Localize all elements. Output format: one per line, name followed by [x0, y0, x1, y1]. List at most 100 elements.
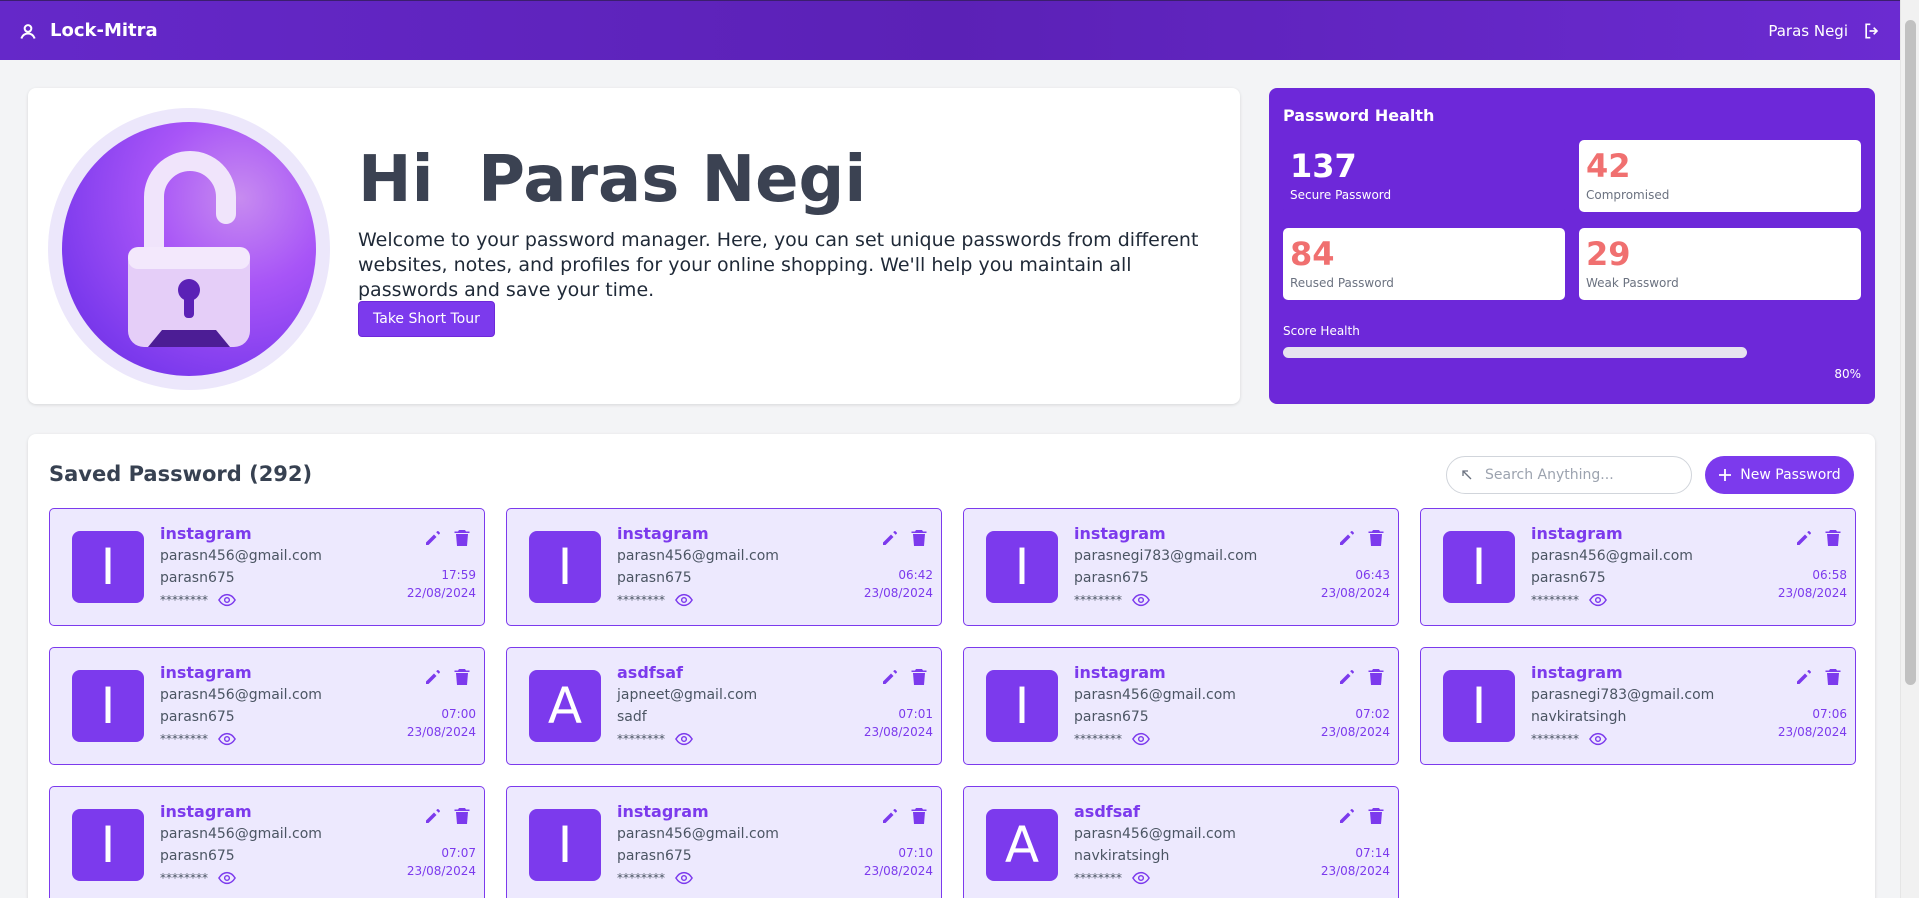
- saved-time: 07:00: [441, 707, 476, 721]
- masked-password: ********: [160, 593, 236, 607]
- edit-icon[interactable]: [1795, 529, 1813, 547]
- password-card[interactable]: Aasdfsaf japneet@gmail.com sadf ******** 07:…: [506, 647, 942, 765]
- password-card[interactable]: Iinstagram parasnegi783@gmail.com parasn67…: [963, 508, 1399, 626]
- site-name: instagram: [1531, 524, 1623, 543]
- password-card[interactable]: Iinstagram parasn456@gmail.com parasn675 **…: [506, 508, 942, 626]
- eye-icon[interactable]: [675, 871, 693, 885]
- masked-password-text: ********: [1531, 732, 1579, 746]
- delete-icon[interactable]: [454, 807, 470, 825]
- saved-date: 23/08/2024: [1777, 586, 1847, 600]
- password-card[interactable]: Iinstagram parasn456@gmail.com parasn675 **…: [49, 508, 485, 626]
- reused-password-stat: 84 Reused Password: [1283, 228, 1565, 300]
- take-tour-button[interactable]: Take Short Tour: [358, 301, 495, 337]
- masked-password: ********: [1531, 593, 1607, 607]
- site-name: instagram: [1074, 524, 1166, 543]
- masked-password-text: ********: [160, 732, 208, 746]
- eye-icon[interactable]: [218, 871, 236, 885]
- saved-date: 23/08/2024: [406, 725, 476, 739]
- eye-icon[interactable]: [218, 593, 236, 607]
- password-card[interactable]: Iinstagram parasn456@gmail.com parasn675 **…: [1420, 508, 1856, 626]
- arrow-up-left-icon: [1462, 470, 1472, 480]
- password-card[interactable]: Iinstagram parasnegi783@gmail.com navkirat…: [1420, 647, 1856, 765]
- password-card[interactable]: Iinstagram parasn456@gmail.com parasn675 **…: [49, 647, 485, 765]
- eye-icon[interactable]: [218, 732, 236, 746]
- site-avatar: A: [986, 809, 1058, 881]
- delete-icon[interactable]: [1368, 668, 1384, 686]
- masked-password-text: ********: [1074, 593, 1122, 607]
- search-box[interactable]: [1446, 456, 1692, 494]
- account-email: parasnegi783@gmail.com: [1074, 548, 1258, 564]
- saved-time: 17:59: [441, 568, 476, 582]
- masked-password-text: ********: [1074, 871, 1122, 885]
- secure-label: Secure Password: [1290, 188, 1392, 202]
- saved-date: 23/08/2024: [863, 586, 933, 600]
- site-avatar: A: [529, 670, 601, 742]
- eye-icon[interactable]: [675, 732, 693, 746]
- delete-icon[interactable]: [911, 529, 927, 547]
- password-card[interactable]: Iinstagram parasn456@gmail.com parasn675 **…: [506, 786, 942, 898]
- masked-password: ********: [1074, 593, 1150, 607]
- password-card[interactable]: Aasdfsaf parasn456@gmail.com navkiratsingh…: [963, 786, 1399, 898]
- account-username: parasn675: [1074, 570, 1149, 586]
- masked-password: ********: [160, 871, 236, 885]
- password-card[interactable]: Iinstagram parasn456@gmail.com parasn675 **…: [49, 786, 485, 898]
- saved-date: 23/08/2024: [1777, 725, 1847, 739]
- saved-passwords-title: Saved Password (292): [49, 462, 313, 486]
- delete-icon[interactable]: [1825, 529, 1841, 547]
- edit-icon[interactable]: [881, 668, 899, 686]
- welcome-card: Hi Paras Negi Welcome to your password m…: [28, 88, 1240, 404]
- edit-icon[interactable]: [424, 529, 442, 547]
- delete-icon[interactable]: [1368, 807, 1384, 825]
- plus-icon: [1719, 469, 1732, 481]
- edit-icon[interactable]: [424, 807, 442, 825]
- eye-icon[interactable]: [675, 593, 693, 607]
- edit-icon[interactable]: [1338, 529, 1356, 547]
- saved-passwords-section: Saved Password (292) New Password Iinsta…: [28, 434, 1875, 898]
- score-health-label: Score Health: [1283, 324, 1360, 338]
- account-email: japneet@gmail.com: [617, 687, 758, 703]
- user-name: Paras Negi: [1768, 21, 1848, 40]
- edit-icon[interactable]: [1795, 668, 1813, 686]
- brand[interactable]: Lock-Mitra: [18, 20, 158, 41]
- account-email: parasn456@gmail.com: [1074, 826, 1236, 842]
- eye-icon[interactable]: [1589, 732, 1607, 746]
- edit-icon[interactable]: [424, 668, 442, 686]
- delete-icon[interactable]: [454, 529, 470, 547]
- logout-icon[interactable]: [1862, 21, 1882, 41]
- masked-password: ********: [617, 593, 693, 607]
- search-input[interactable]: [1485, 467, 1675, 483]
- health-title: Password Health: [1283, 106, 1435, 125]
- delete-icon[interactable]: [454, 668, 470, 686]
- site-name: asdfsaf: [1074, 802, 1141, 821]
- password-health-card: Password Health 137 Secure Password 42 C…: [1269, 88, 1875, 404]
- unlocked-padlock-icon: [128, 151, 250, 347]
- masked-password-text: ********: [1531, 593, 1579, 607]
- saved-time: 07:06: [1812, 707, 1847, 721]
- masked-password: ********: [1531, 732, 1607, 746]
- welcome-message: Welcome to your password manager. Here, …: [358, 229, 1199, 301]
- masked-password: ********: [1074, 732, 1150, 746]
- account-username: sadf: [617, 709, 647, 725]
- edit-icon[interactable]: [881, 807, 899, 825]
- site-avatar: I: [986, 531, 1058, 603]
- new-password-button[interactable]: New Password: [1705, 456, 1854, 494]
- eye-icon[interactable]: [1132, 732, 1150, 746]
- delete-icon[interactable]: [1368, 529, 1384, 547]
- saved-date: 23/08/2024: [1320, 586, 1390, 600]
- edit-icon[interactable]: [1338, 807, 1356, 825]
- edit-icon[interactable]: [1338, 668, 1356, 686]
- account-email: parasn456@gmail.com: [617, 826, 779, 842]
- eye-icon[interactable]: [1132, 871, 1150, 885]
- eye-icon[interactable]: [1589, 593, 1607, 607]
- weak-count: 29: [1586, 235, 1631, 273]
- edit-icon[interactable]: [881, 529, 899, 547]
- saved-time: 07:01: [898, 707, 933, 721]
- site-avatar: I: [72, 809, 144, 881]
- page-scrollbar[interactable]: [1900, 0, 1919, 898]
- eye-icon[interactable]: [1132, 593, 1150, 607]
- delete-icon[interactable]: [911, 668, 927, 686]
- delete-icon[interactable]: [1825, 668, 1841, 686]
- password-card[interactable]: Iinstagram parasn456@gmail.com parasn675 **…: [963, 647, 1399, 765]
- delete-icon[interactable]: [911, 807, 927, 825]
- scrollbar-thumb[interactable]: [1905, 20, 1916, 685]
